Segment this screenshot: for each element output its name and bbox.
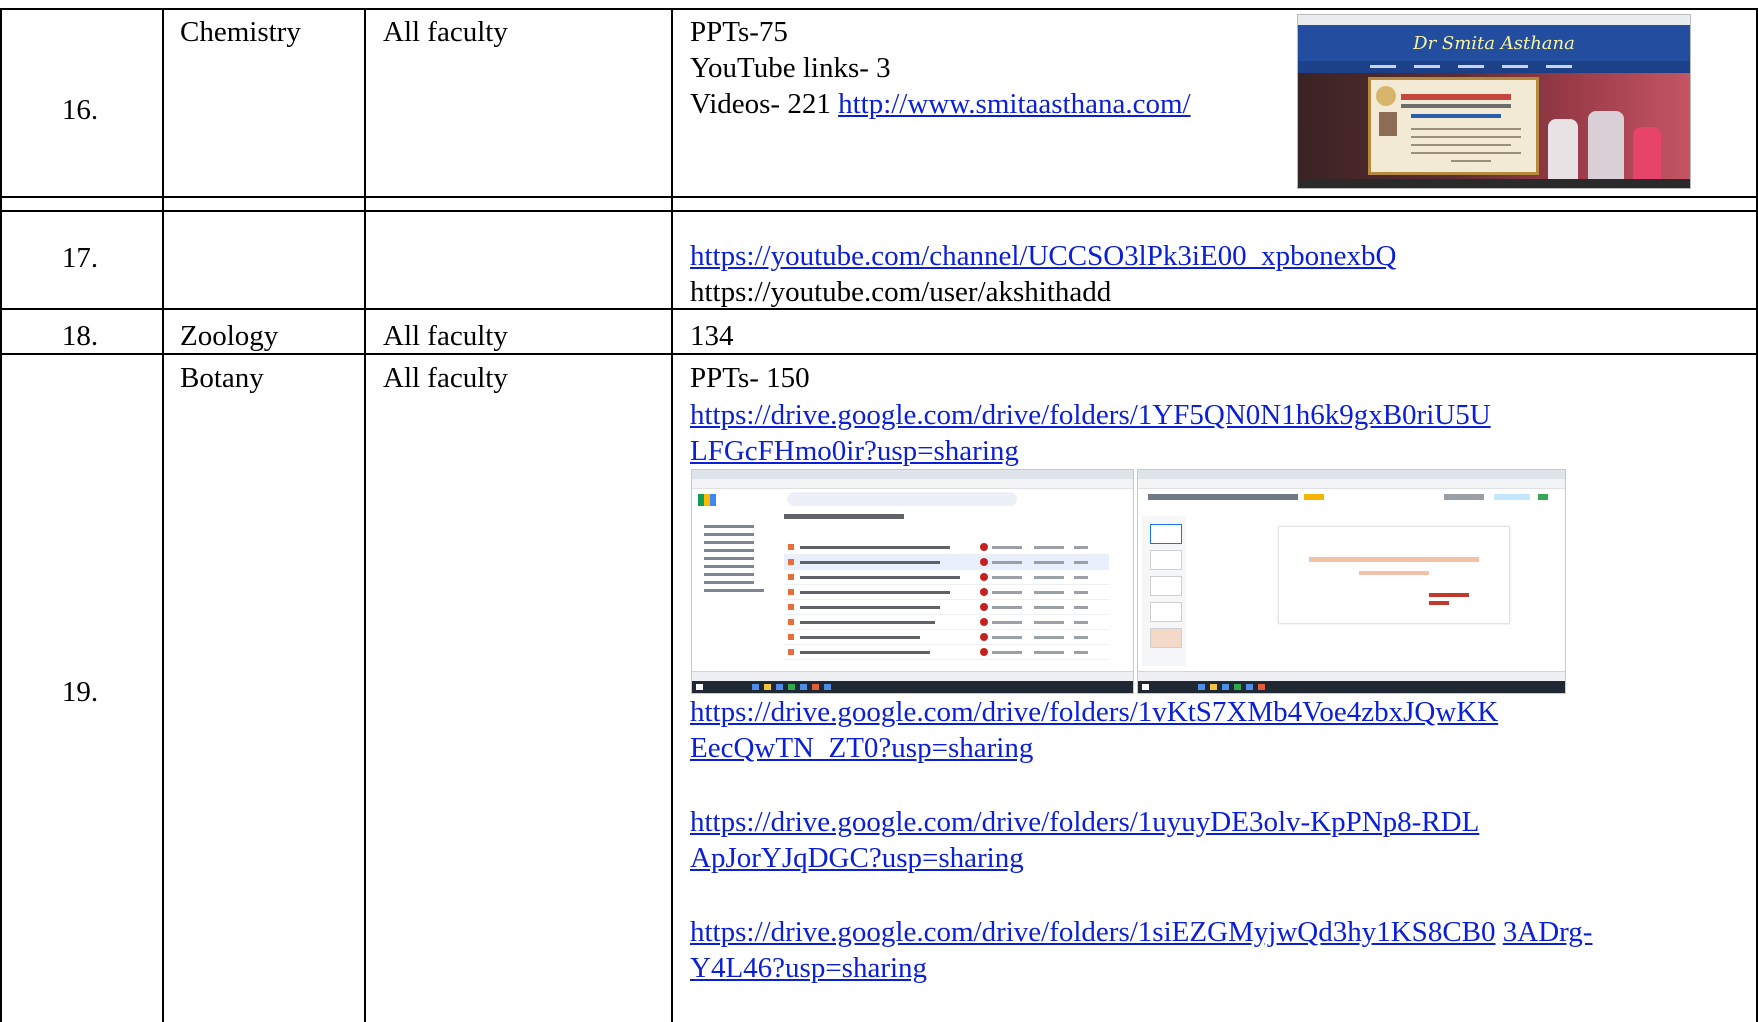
resource-count: 134 [690,320,734,352]
resource-ppts: PPTs-75 [690,16,788,48]
drive-folder-link-4-cont[interactable]: Y4L46?usp=sharing [690,950,927,986]
site-banner: Dr Smita Asthana [1298,25,1690,61]
resource-youtube-links: YouTube links- 3 [690,52,891,84]
row-divider [0,196,1758,198]
drive-folder-link-4-line: https://drive.google.com/drive/folders/1… [690,914,1592,950]
resource-ppts: PPTs- 150 [690,362,810,394]
subject-cell: Chemistry [180,16,301,48]
drive-folder-link-3-cont[interactable]: ApJorYJqDGC?usp=sharing [690,840,1024,876]
website-link[interactable]: http://www.smitaasthana.com/ [838,88,1191,120]
resource-videos: Videos- 221 http://www.smitaasthana.com/ [690,86,1191,122]
certificate-image [1368,77,1539,175]
row-number: 17. [61,242,99,274]
column-divider [162,8,164,1022]
powerpoint-viewer-screenshot-icon [1137,469,1566,694]
faculty-cell: All faculty [383,362,508,394]
faculty-cell: All faculty [383,16,508,48]
faculty-cell: All faculty [383,320,508,352]
table-border-top [0,8,1758,10]
google-drive-screenshot-icon [691,469,1134,694]
website-screenshot-icon: Dr Smita Asthana [1297,14,1691,189]
document-page: 16. Chemistry All faculty PPTs-75 YouTub… [0,0,1758,1022]
videos-count: Videos- 221 [690,88,839,120]
drive-folder-link-2-cont[interactable]: EecQwTN_ZT0?usp=sharing [690,730,1033,766]
youtube-user-text: https://youtube.com/user/akshithadd [690,276,1112,308]
subject-cell: Botany [180,362,264,394]
row-number: 18. [61,320,99,352]
youtube-channel-link[interactable]: https://youtube.com/channel/UCCSO3lPk3iE… [690,238,1396,274]
row-number: 16. [61,94,99,126]
row-number: 19. [61,676,99,708]
drive-folder-link-2[interactable]: https://drive.google.com/drive/folders/1… [690,694,1498,730]
table-border-left [0,8,2,1022]
drive-folder-link-4[interactable]: https://drive.google.com/drive/folders/1… [690,916,1496,948]
column-divider [364,8,366,1022]
drive-folder-link-1-cont[interactable]: LFGcFHmo0ir?usp=sharing [690,433,1019,469]
drive-folder-link-4-tail[interactable]: 3ADrg- [1503,916,1593,948]
drive-folder-link-3[interactable]: https://drive.google.com/drive/folders/1… [690,804,1479,840]
drive-folder-link-1[interactable]: https://drive.google.com/drive/folders/1… [690,397,1491,433]
column-divider [671,8,673,1022]
subject-cell: Zoology [180,320,279,352]
row-divider [0,210,1758,212]
